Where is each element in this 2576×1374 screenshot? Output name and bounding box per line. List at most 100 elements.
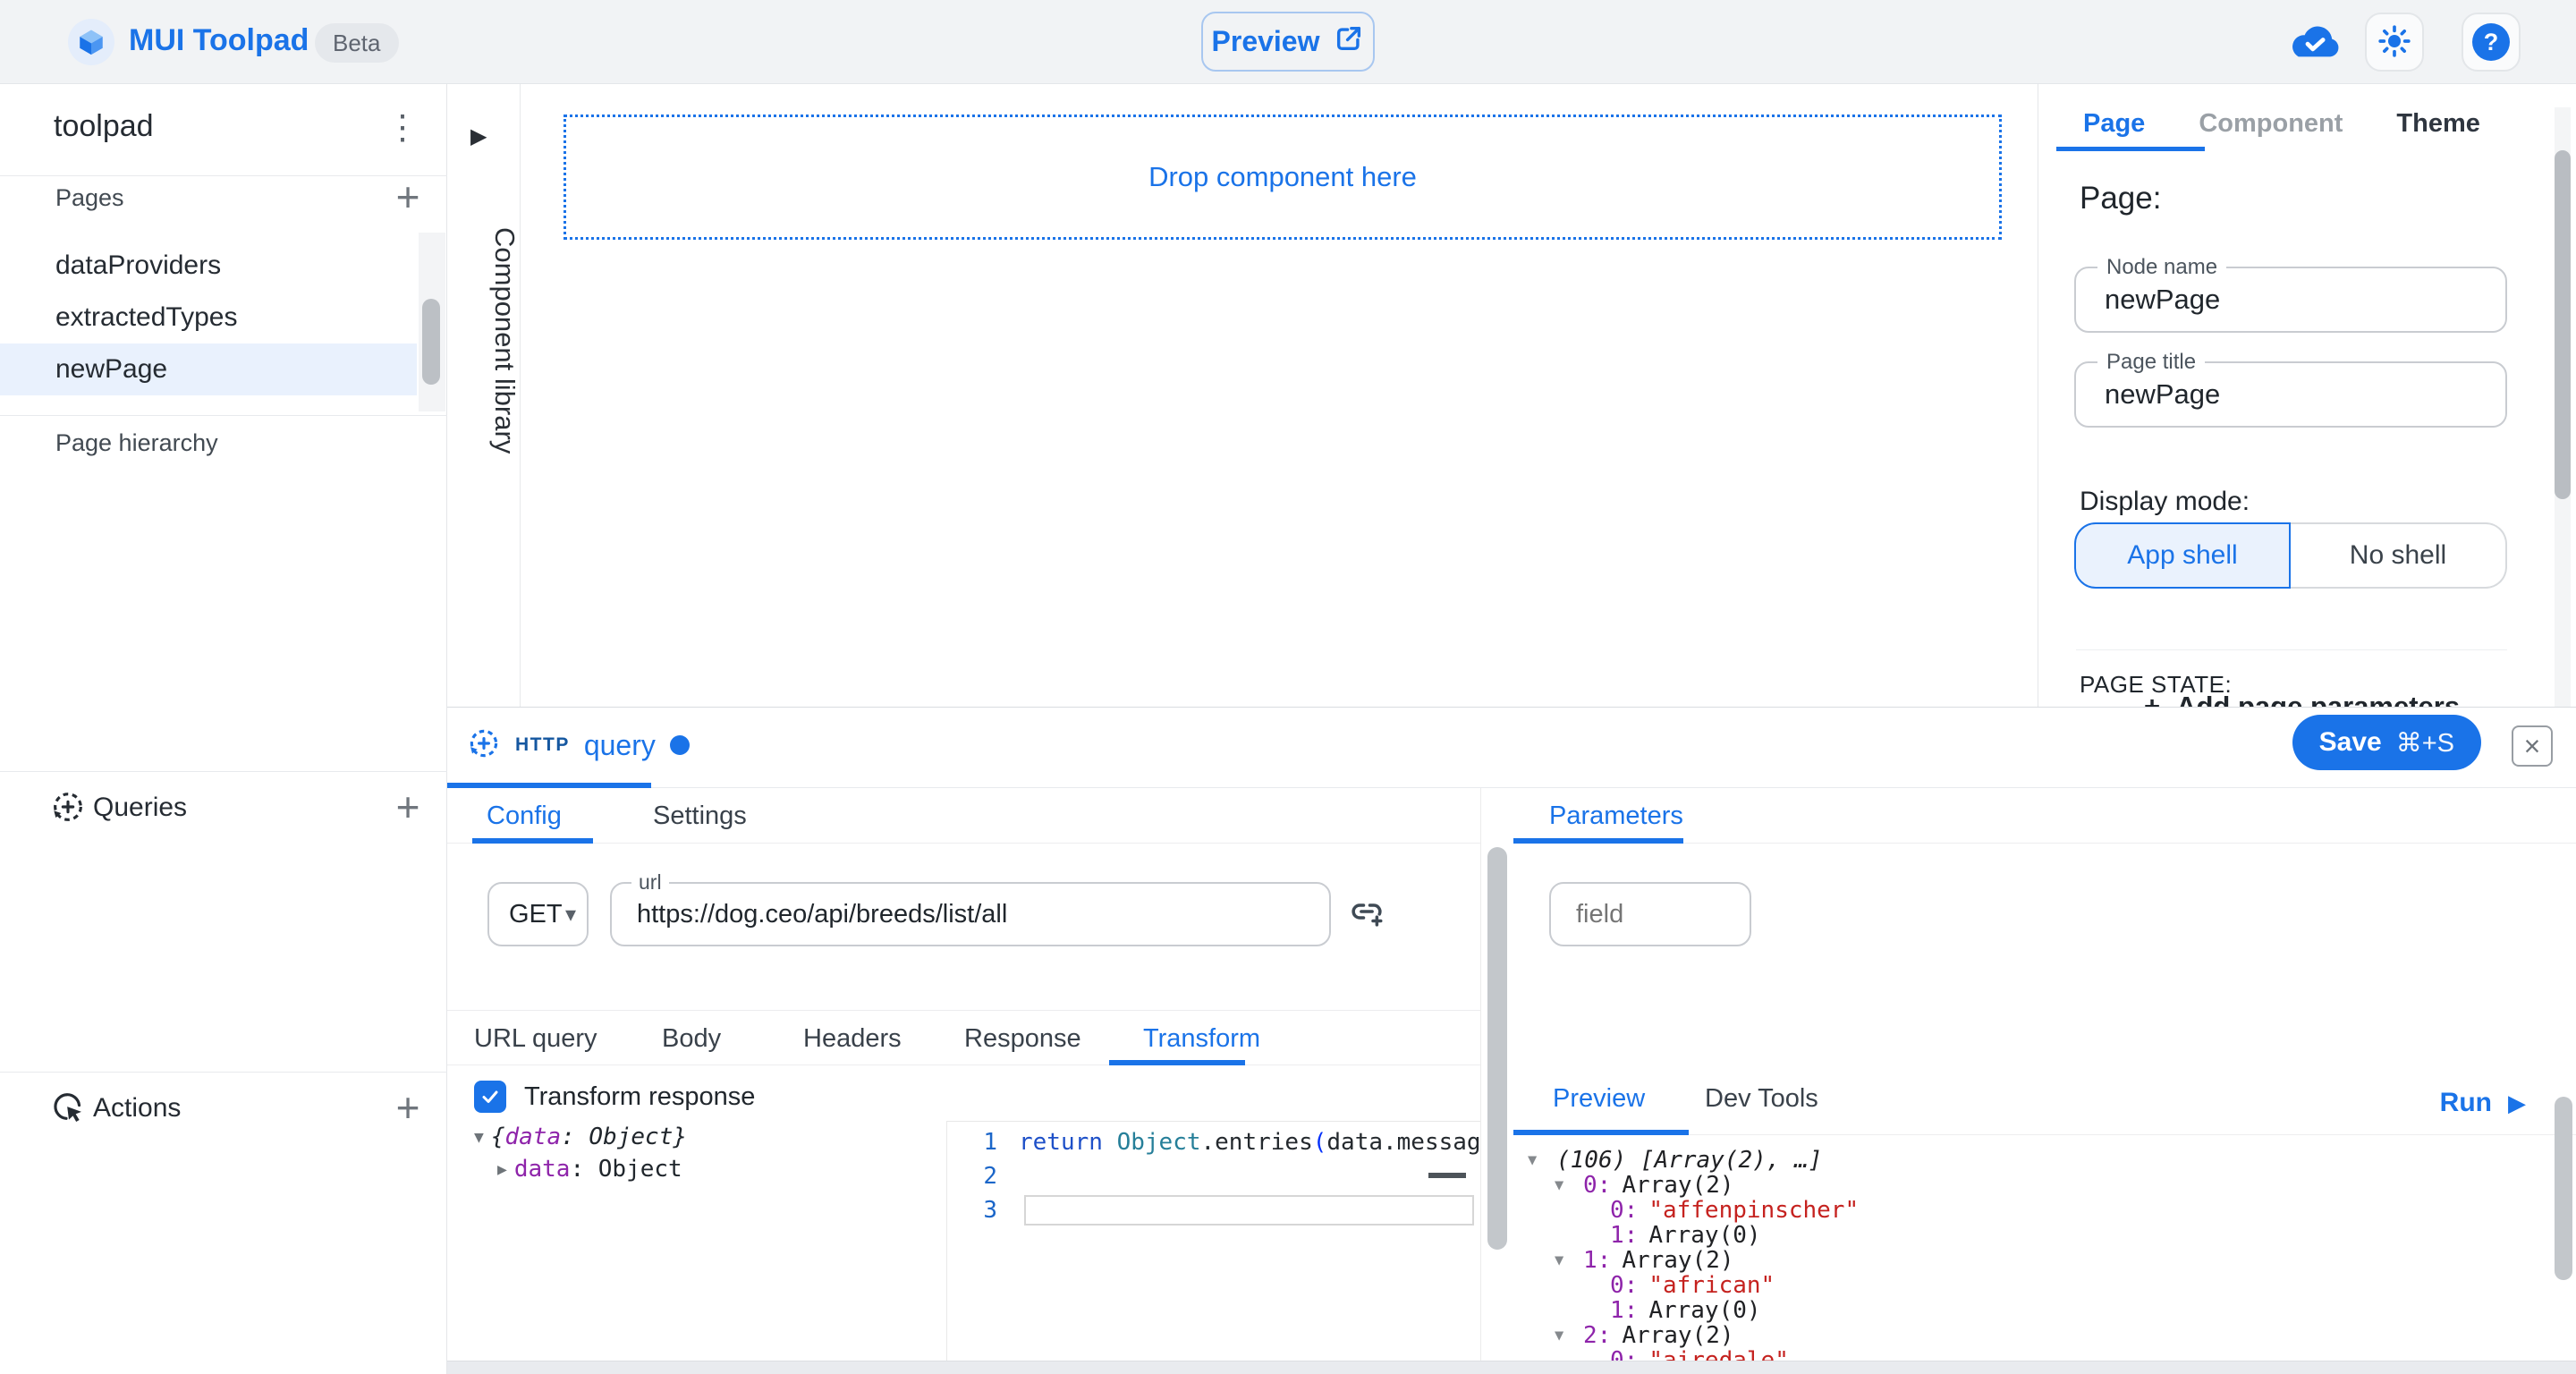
- transform-response-checkbox[interactable]: [474, 1081, 506, 1113]
- divider: [2076, 649, 2507, 650]
- active-request-tab-indicator: [1109, 1060, 1245, 1065]
- display-mode-toggle: App shell No shell: [2074, 522, 2507, 589]
- schema-type: : Object: [570, 1156, 682, 1183]
- json-tree-row[interactable]: 0:"african": [1513, 1273, 2542, 1298]
- node-name-input[interactable]: [2105, 268, 2480, 331]
- theme-toggle-button[interactable]: [2365, 13, 2424, 72]
- tab-page[interactable]: Page: [2056, 98, 2172, 148]
- link-icon: [1348, 893, 1385, 935]
- json-tree-row[interactable]: 0:"affenpinscher": [1513, 1198, 2542, 1223]
- tab-component[interactable]: Component: [2172, 98, 2369, 148]
- preview-button[interactable]: Preview: [1201, 12, 1375, 72]
- inspector-tabs: Page Component Theme: [2056, 98, 2507, 148]
- add-page-button[interactable]: +: [383, 172, 433, 222]
- schema-brace: {: [491, 1124, 505, 1150]
- tab-parameters[interactable]: Parameters: [1549, 788, 1683, 844]
- json-tree-row[interactable]: 0:"airedale": [1513, 1348, 2542, 1361]
- schema-key: data: [505, 1124, 562, 1150]
- tab-preview[interactable]: Preview: [1553, 1071, 1645, 1126]
- add-page-parameters-button[interactable]: + Add page parameters: [2144, 691, 2460, 707]
- transform-response-row: Transform response: [474, 1077, 755, 1116]
- query-panel-scrollbar[interactable]: [1480, 788, 1513, 1361]
- transform-response-label: Transform response: [524, 1082, 755, 1112]
- json-tree-row[interactable]: ▼0:Array(2): [1513, 1173, 2542, 1198]
- project-menu-button[interactable]: ⋮: [379, 100, 426, 154]
- save-label: Save: [2319, 727, 2382, 758]
- sidebar-item-extractedtypes[interactable]: extractedTypes: [0, 292, 417, 344]
- help-button[interactable]: ?: [2462, 13, 2521, 72]
- tab-response[interactable]: Response: [964, 1011, 1081, 1066]
- app-header: MUI Toolpad Beta Preview: [0, 0, 2576, 84]
- drop-zone[interactable]: Drop component here: [564, 114, 2002, 240]
- query-config-column: Config Settings GET ▾ url: [447, 788, 1480, 1361]
- node-name-field[interactable]: Node name: [2074, 267, 2507, 333]
- query-kind-label: HTTP: [515, 734, 570, 756]
- close-query-panel-button[interactable]: ×: [2512, 725, 2553, 767]
- expand-library-icon[interactable]: ▶: [470, 123, 487, 149]
- no-shell-option[interactable]: No shell: [2291, 522, 2507, 589]
- tab-settings[interactable]: Settings: [653, 788, 747, 844]
- preview-scrollbar-thumb[interactable]: [2555, 1097, 2572, 1280]
- expand-arrow-icon[interactable]: ▶: [497, 1160, 507, 1179]
- sidebar-item-newpage[interactable]: newPage: [0, 344, 417, 395]
- inspector-scrollbar-thumb[interactable]: [2555, 150, 2571, 499]
- page-item-label: dataProviders: [55, 250, 221, 281]
- tab-url-query[interactable]: URL query: [474, 1011, 597, 1066]
- page-title-field[interactable]: Page title: [2074, 361, 2507, 428]
- json-tree-row[interactable]: ▼1:Array(2): [1513, 1248, 2542, 1273]
- external-link-icon: [1334, 23, 1364, 61]
- help-icon: ?: [2472, 23, 2510, 61]
- edit-url-button[interactable]: [1345, 892, 1388, 935]
- json-tree-row[interactable]: 1:Array(0): [1513, 1298, 2542, 1323]
- page-heading: Page:: [2080, 181, 2161, 216]
- actions-icon: [50, 1090, 86, 1125]
- add-action-button[interactable]: +: [383, 1082, 433, 1132]
- tab-headers[interactable]: Headers: [803, 1011, 902, 1066]
- tab-theme[interactable]: Theme: [2369, 98, 2506, 148]
- save-button[interactable]: Save ⌘+S: [2292, 715, 2481, 770]
- json-tree-row[interactable]: ▼(106) [Array(2), …]: [1513, 1148, 2542, 1173]
- schema-root-row[interactable]: ▼ {data: Object}: [474, 1121, 939, 1153]
- tab-transform[interactable]: Transform: [1143, 1011, 1260, 1066]
- collapse-arrow-icon[interactable]: ▼: [474, 1128, 484, 1147]
- page-item-label: extractedTypes: [55, 302, 237, 333]
- url-input[interactable]: [637, 884, 1308, 945]
- sidebar-item-dataproviders[interactable]: dataProviders: [0, 240, 417, 292]
- add-query-button[interactable]: +: [383, 782, 433, 832]
- run-button[interactable]: Run ▶: [2440, 1071, 2526, 1135]
- tab-dev-tools[interactable]: Dev Tools: [1705, 1071, 1818, 1126]
- json-tree-row[interactable]: 1:Array(0): [1513, 1223, 2542, 1248]
- tab-config[interactable]: Config: [487, 788, 562, 844]
- project-name: toolpad: [54, 109, 154, 144]
- parameter-field[interactable]: [1549, 882, 1751, 946]
- chevron-down-icon: ▾: [565, 884, 576, 945]
- result-tabs: Preview Dev Tools Run ▶: [1513, 1071, 2576, 1135]
- scrollbar-thumb[interactable]: [1487, 847, 1507, 1250]
- tab-body[interactable]: Body: [662, 1011, 721, 1066]
- page-title-input[interactable]: [2105, 363, 2480, 426]
- actions-section-label: Actions: [93, 1093, 181, 1124]
- component-library-label: Component library: [447, 227, 521, 454]
- parameter-input[interactable]: [1576, 884, 1737, 945]
- active-parameters-tab-indicator: [1513, 838, 1683, 844]
- query-panel-header: HTTP query Save ⌘+S ×: [447, 708, 2576, 788]
- toolpad-app: MUI Toolpad Beta Preview: [0, 0, 2576, 1374]
- transform-code-editor[interactable]: 1 return Object.entries(data.messag 2 3: [946, 1121, 1480, 1361]
- toolpad-logo-icon: [68, 19, 114, 65]
- drop-zone-label: Drop component here: [1148, 161, 1417, 193]
- method-select[interactable]: GET ▾: [487, 882, 589, 946]
- app-shell-option[interactable]: App shell: [2074, 522, 2291, 589]
- url-field[interactable]: url: [610, 882, 1331, 946]
- component-library-panel[interactable]: ▶ Component library: [447, 84, 521, 707]
- beta-badge: Beta: [315, 23, 399, 63]
- schema-type: : Object}: [561, 1124, 687, 1150]
- query-tab[interactable]: HTTP query: [467, 708, 690, 783]
- json-tree-row[interactable]: ▼2:Array(2): [1513, 1323, 2542, 1348]
- close-icon: ×: [2524, 730, 2541, 763]
- display-mode-label: Display mode:: [2080, 487, 2250, 517]
- request-tabs: URL query Body Headers Response Transfor…: [447, 1010, 1480, 1065]
- pages-scrollbar-thumb[interactable]: [422, 299, 440, 385]
- current-line-box: [1024, 1195, 1474, 1226]
- schema-child-row[interactable]: ▶ data: Object: [474, 1153, 939, 1185]
- add-page-parameters-label: Add page parameters: [2176, 691, 2460, 707]
